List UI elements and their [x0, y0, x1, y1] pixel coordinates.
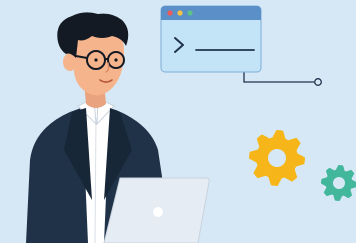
apple-logo-icon	[153, 207, 163, 217]
maximize-dot	[187, 10, 193, 16]
developer-illustration	[0, 0, 356, 243]
laptop	[103, 177, 210, 243]
gear-icon	[249, 130, 305, 186]
gear-hole	[268, 149, 286, 167]
minimize-dot	[177, 10, 183, 16]
close-dot	[167, 10, 173, 16]
gear-icon	[321, 165, 356, 201]
terminal-window-icon	[160, 5, 262, 73]
illustration-canvas	[26, 5, 356, 243]
gear-hole	[333, 177, 345, 189]
